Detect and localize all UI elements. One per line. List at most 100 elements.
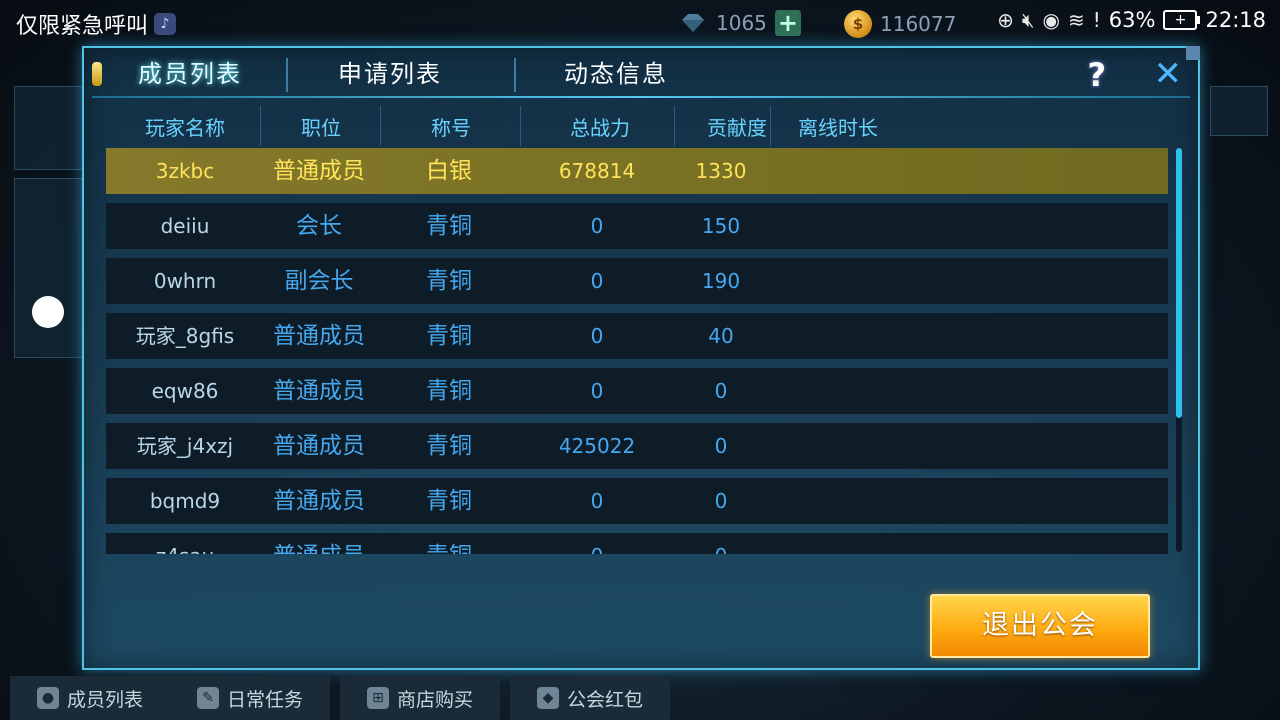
member-power: 0: [590, 214, 604, 238]
tab-bar: 成员列表 申请列表 动态信息 ? ✕: [84, 48, 1198, 94]
member-row[interactable]: eqw86 普通成员 青铜 0 0: [106, 368, 1168, 414]
exit-guild-button[interactable]: 退出公会: [930, 594, 1150, 658]
bottom-nav: ● 成员列表 ✎ 日常任务 ⊞ 商店购买 ◆ 公会红包: [0, 672, 1280, 720]
mute-icon: 🔇︎: [1021, 8, 1035, 32]
nav-label: 日常任务: [226, 688, 303, 711]
member-title: 青铜: [426, 268, 472, 294]
corner-decoration: [1186, 46, 1200, 60]
member-role: 普通成员: [273, 533, 365, 554]
header-divider: [520, 106, 521, 146]
background-panel: [14, 86, 86, 170]
member-title: 青铜: [426, 213, 472, 239]
table-header: 玩家名称 职位 称号 总战力 贡献度 离线时长: [108, 106, 1168, 146]
member-row[interactable]: deiiu 会长 青铜 0 150: [106, 203, 1168, 249]
list-scrollbar[interactable]: [1176, 148, 1182, 552]
emergency-call-text: 仅限紧急呼叫: [16, 14, 149, 39]
header-divider: [380, 106, 381, 146]
close-button[interactable]: ✕: [1154, 54, 1183, 94]
nav-label: 商店购买: [396, 688, 473, 711]
gem-count: 1065: [716, 11, 767, 35]
alert-icon: !: [1092, 8, 1101, 32]
member-title: 青铜: [426, 488, 472, 514]
member-role: 普通成员: [273, 323, 365, 349]
battery-icon: +: [1163, 10, 1201, 30]
gift-icon: ◆: [536, 687, 559, 709]
background-right-button: [1210, 86, 1268, 136]
tab-divider: [514, 58, 516, 92]
wifi-icon: ≋: [1067, 8, 1085, 32]
member-name: 玩家_8gfis: [135, 324, 235, 348]
nav-red-packet[interactable]: ◆ 公会红包: [510, 676, 670, 720]
member-name: 3zkbc: [155, 159, 215, 183]
member-contribution: 40: [708, 324, 734, 348]
member-power: 0: [590, 324, 604, 348]
member-contribution: 0: [714, 434, 728, 458]
member-power: 0: [590, 379, 604, 403]
add-gems-button[interactable]: +: [774, 9, 801, 37]
tab-underline: [92, 96, 1190, 98]
column-header-name: 玩家名称: [145, 116, 225, 140]
coin-icon: $: [844, 10, 872, 38]
eye-icon: ◉: [1042, 8, 1060, 32]
column-header-role: 职位: [301, 116, 341, 140]
member-row-selected[interactable]: 3zkbc 普通成员 白银 678814 1330: [106, 148, 1168, 194]
gold-count: 116077: [880, 12, 957, 36]
gem-icon: [682, 14, 704, 32]
nav-label: 公会红包: [566, 688, 643, 711]
header-divider: [770, 106, 771, 146]
member-contribution: 0: [714, 379, 728, 403]
member-name: eqw86: [151, 379, 219, 403]
gem-currency: 1065 +: [678, 9, 801, 37]
floating-assist-button[interactable]: [32, 296, 64, 328]
member-row[interactable]: z4sau 普通成员 青铜 0 0: [106, 533, 1168, 554]
member-role: 会长: [296, 213, 342, 239]
member-contribution: 150: [701, 214, 741, 238]
member-name: bqmd9: [149, 489, 221, 513]
cart-icon: ⊞: [366, 687, 389, 709]
member-title: 青铜: [426, 433, 472, 459]
tab-divider: [286, 58, 288, 92]
member-contribution: 1330: [695, 159, 747, 183]
tab-application-list[interactable]: 申请列表: [338, 54, 442, 89]
member-power: 0: [590, 269, 604, 293]
task-icon: ✎: [196, 687, 219, 709]
member-contribution: 190: [701, 269, 741, 293]
member-row[interactable]: 玩家_8gfis 普通成员 青铜 0 40: [106, 313, 1168, 359]
status-bar: 仅限紧急呼叫 ♪ 1065 + $ 116077 ⊕ 🔇︎ ◉ ≋ ! 63% …: [0, 0, 1280, 46]
member-role: 普通成员: [273, 433, 365, 459]
tab-member-list[interactable]: 成员列表: [138, 54, 242, 89]
column-header-title: 称号: [431, 116, 471, 140]
nav-label: 成员列表: [66, 688, 143, 711]
member-contribution: 0: [715, 533, 728, 554]
column-header-contribution: 贡献度: [707, 116, 767, 140]
nav-shop[interactable]: ⊞ 商店购买: [340, 676, 500, 720]
member-power: 425022: [558, 434, 636, 458]
person-icon: ●: [36, 687, 59, 709]
member-title: 青铜: [426, 323, 472, 349]
nav-member-list[interactable]: ● 成员列表: [10, 676, 170, 720]
header-divider: [260, 106, 261, 146]
clock: 22:18: [1205, 8, 1266, 32]
column-header-offline: 离线时长: [798, 116, 878, 140]
member-role: 普通成员: [273, 488, 365, 514]
member-role: 普通成员: [273, 378, 365, 404]
member-role: 普通成员: [273, 158, 365, 184]
member-role: 副会长: [284, 268, 354, 294]
nav-daily-tasks[interactable]: ✎ 日常任务: [170, 676, 330, 720]
member-name: z4sau: [156, 533, 215, 554]
column-header-power: 总战力: [570, 116, 630, 140]
help-button[interactable]: ?: [1087, 56, 1106, 94]
member-power: 0: [590, 489, 604, 513]
member-row[interactable]: bqmd9 普通成员 青铜 0 0: [106, 478, 1168, 524]
header-divider: [674, 106, 675, 146]
member-row[interactable]: 0whrn 副会长 青铜 0 190: [106, 258, 1168, 304]
member-power: 0: [591, 533, 604, 554]
member-name: deiiu: [160, 214, 210, 238]
carrier-status: 仅限紧急呼叫 ♪: [16, 8, 177, 40]
tab-activity-info[interactable]: 动态信息: [564, 54, 668, 89]
background-announcement-panel: [14, 178, 86, 358]
music-icon: ♪: [154, 13, 177, 35]
member-list[interactable]: 3zkbc 普通成员 白银 678814 1330 deiiu 会长 青铜 0 …: [106, 148, 1170, 554]
member-row[interactable]: 玩家_j4xzj 普通成员 青铜 425022 0: [106, 423, 1168, 469]
scrollbar-thumb[interactable]: [1176, 148, 1182, 418]
